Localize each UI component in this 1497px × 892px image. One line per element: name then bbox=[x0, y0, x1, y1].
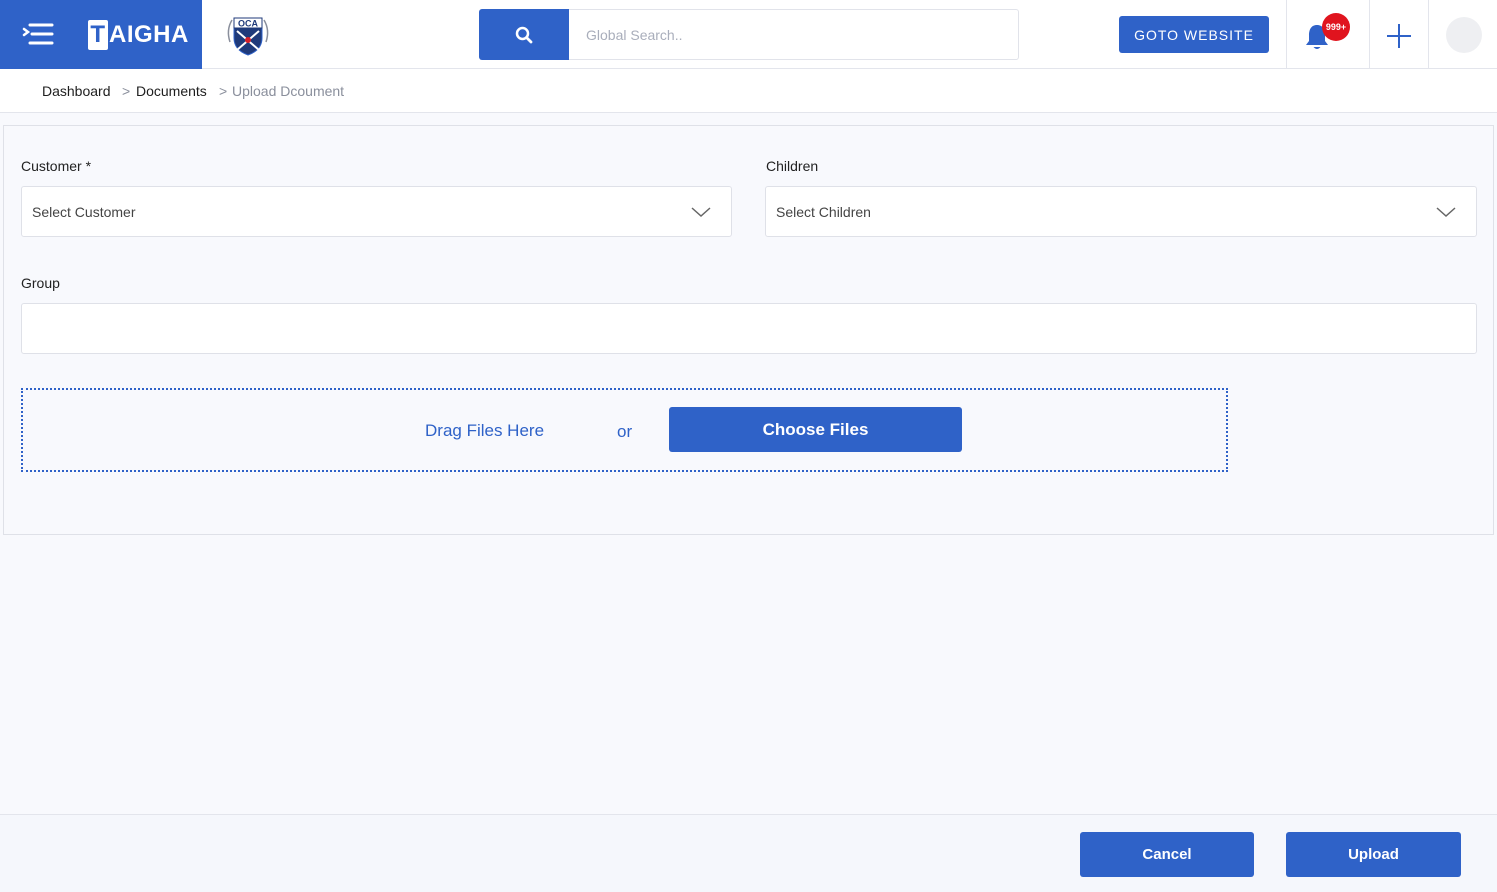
brand-logo[interactable]: T AIGHA bbox=[88, 18, 189, 52]
brand-initial: T bbox=[88, 20, 108, 50]
breadcrumb-current: Upload Dcoument bbox=[232, 83, 345, 99]
customer-select-value: Select Customer bbox=[32, 203, 136, 220]
breadcrumb: Dashboard > Documents > Upload Dcoument bbox=[0, 69, 1497, 113]
breadcrumb-separator: > bbox=[219, 83, 228, 99]
or-text: or bbox=[617, 422, 633, 441]
children-select-value: Select Children bbox=[776, 203, 871, 220]
goto-website-button[interactable]: GOTO WEBSITE bbox=[1119, 16, 1269, 53]
breadcrumb-separator: > bbox=[122, 83, 131, 99]
chevron-down-icon bbox=[691, 207, 711, 218]
notification-badge: 999+ bbox=[1322, 13, 1350, 41]
drag-files-text: Drag Files Here bbox=[425, 421, 545, 440]
cancel-button[interactable]: Cancel bbox=[1080, 832, 1254, 877]
header-divider bbox=[1369, 0, 1370, 69]
search-icon bbox=[515, 26, 533, 43]
menu-icon[interactable] bbox=[22, 22, 54, 48]
breadcrumb-documents[interactable]: Documents bbox=[136, 82, 207, 100]
search-button[interactable] bbox=[479, 9, 569, 60]
brand-name: AIGHA bbox=[109, 21, 189, 48]
svg-text:OCA: OCA bbox=[238, 19, 259, 29]
upload-button[interactable]: Upload bbox=[1286, 832, 1461, 877]
global-search-input[interactable] bbox=[569, 9, 1019, 60]
top-header: TAIGHA OCA GOTO WEBSITE 999+ bbox=[0, 0, 1497, 69]
brand-panel: T AIGHA bbox=[0, 0, 202, 69]
header-divider bbox=[1286, 0, 1287, 69]
plus-icon[interactable] bbox=[1385, 22, 1413, 50]
action-footer: Cancel Upload bbox=[0, 814, 1497, 892]
group-input[interactable] bbox=[21, 303, 1477, 354]
avatar[interactable] bbox=[1446, 17, 1482, 53]
chevron-down-icon bbox=[1436, 207, 1456, 218]
header-divider bbox=[1428, 0, 1429, 69]
customer-select[interactable]: Select Customer bbox=[21, 186, 732, 237]
group-label: Group bbox=[21, 275, 60, 291]
school-crest-logo: OCA bbox=[227, 17, 269, 56]
file-dropzone[interactable]: Drag Files Here or Choose Files bbox=[21, 388, 1228, 472]
breadcrumb-dashboard[interactable]: Dashboard bbox=[42, 82, 111, 100]
children-label: Children bbox=[766, 158, 819, 174]
children-select[interactable]: Select Children bbox=[765, 186, 1477, 237]
choose-files-button[interactable]: Choose Files bbox=[669, 407, 962, 452]
customer-label: Customer * bbox=[21, 158, 92, 174]
